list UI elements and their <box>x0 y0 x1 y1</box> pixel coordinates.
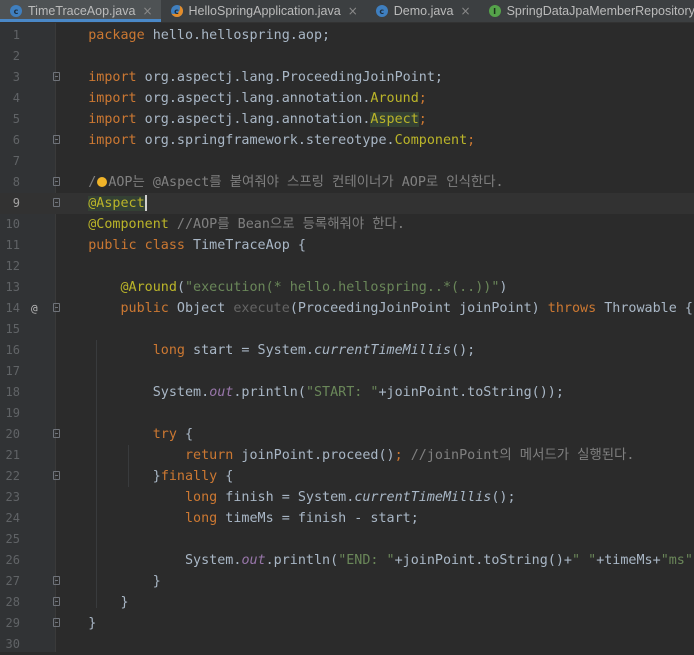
line-number: 20 <box>0 424 60 445</box>
line-number-gutter: 1 2 3 4 5 6 7 8 9 10 11 12 13 14 @ 15 16 … <box>0 23 60 652</box>
close-icon[interactable]: × <box>461 4 471 18</box>
tab-springdatajpamemberrepository[interactable]: I SpringDataJpaMemberRepository.java <box>479 0 694 22</box>
code-line-8[interactable]: / AOP는 @Aspect를 붙여줘야 스프링 컨테이너가 AOP로 인식한다. <box>56 172 694 193</box>
line-number: 16 <box>5 343 20 357</box>
class-icon: c <box>10 5 22 17</box>
fold-icon[interactable] <box>53 597 60 606</box>
line-number: 10 <box>5 217 20 231</box>
line-number: 12 <box>5 259 20 273</box>
line-number: 4 <box>12 91 20 105</box>
code-line-14[interactable]: public Object execute(ProceedingJoinPoin… <box>56 298 694 319</box>
code-line-21[interactable]: return joinPoint.proceed(); //joinPoint의… <box>56 445 694 466</box>
line-number: 19 <box>5 406 20 420</box>
code-line-1[interactable]: package hello.hellospring.aop; <box>56 25 694 46</box>
code-area[interactable]: package hello.hellospring.aop; import or… <box>56 23 694 652</box>
line-number: 29 <box>0 613 60 634</box>
tab-demo[interactable]: c Demo.java × <box>366 0 479 22</box>
interface-icon: I <box>488 5 501 17</box>
tab-hellospringapplication[interactable]: c HelloSpringApplication.java × <box>161 0 366 22</box>
line-number: 15 <box>5 322 20 336</box>
code-line-13[interactable]: @Around("execution(* hello.hellospring..… <box>56 277 694 298</box>
fold-icon[interactable] <box>53 198 60 207</box>
code-line-5[interactable]: import org.aspectj.lang.annotation.Aspec… <box>56 109 694 130</box>
code-line-10[interactable]: @Component //AOP를 Bean으로 등록해줘야 한다. <box>56 214 694 235</box>
tab-timetraceaop[interactable]: c TimeTraceAop.java × <box>0 0 161 22</box>
text-caret <box>144 195 147 211</box>
editor-tab-bar: c TimeTraceAop.java × c HelloSpringAppli… <box>0 0 694 23</box>
line-number: 23 <box>5 490 20 504</box>
line-number: 1 <box>12 28 20 42</box>
fold-icon[interactable] <box>53 135 60 144</box>
line-number: 21 <box>5 448 20 462</box>
line-number: 25 <box>5 532 20 546</box>
code-line-6[interactable]: import org.springframework.stereotype.Co… <box>56 130 694 151</box>
line-number: 8 <box>0 172 60 193</box>
line-number: 17 <box>5 364 20 378</box>
line-number: 24 <box>5 511 20 525</box>
line-number: 3 <box>0 67 60 88</box>
fold-icon[interactable] <box>53 177 60 186</box>
code-line-11[interactable]: public class TimeTraceAop { <box>56 235 694 256</box>
line-number: 5 <box>12 112 20 126</box>
code-line-28[interactable]: } <box>56 592 694 613</box>
at-sign-icon[interactable]: @ <box>31 298 38 319</box>
fold-icon[interactable] <box>53 303 60 312</box>
code-line-16[interactable]: long start = System.currentTimeMillis(); <box>56 340 694 361</box>
line-number: 13 <box>5 280 20 294</box>
code-line-3[interactable]: import org.aspectj.lang.ProceedingJoinPo… <box>56 67 694 88</box>
line-number: 6 <box>0 130 60 151</box>
code-line-26[interactable]: System.out.println("END: "+joinPoint.toS… <box>56 550 694 571</box>
code-line-20[interactable]: try { <box>56 424 694 445</box>
fold-icon[interactable] <box>53 72 60 81</box>
tab-label: TimeTraceAop.java <box>28 4 136 18</box>
code-editor[interactable]: 1 2 3 4 5 6 7 8 9 10 11 12 13 14 @ 15 16 … <box>0 23 694 652</box>
line-number: 2 <box>12 49 20 63</box>
code-line-27[interactable]: } <box>56 571 694 592</box>
spring-boot-class-icon: c <box>170 5 183 17</box>
code-line-29[interactable]: } <box>56 613 694 634</box>
line-number: 14 @ <box>0 298 60 319</box>
fold-icon[interactable] <box>53 429 60 438</box>
fold-icon[interactable] <box>53 576 60 585</box>
tab-label: Demo.java <box>393 4 454 18</box>
code-line-9[interactable]: @Aspect <box>56 193 694 214</box>
code-line-22[interactable]: }finally { <box>56 466 694 487</box>
line-number: 11 <box>5 238 20 252</box>
code-line-4[interactable]: import org.aspectj.lang.annotation.Aroun… <box>56 88 694 109</box>
tab-label: HelloSpringApplication.java <box>188 4 341 18</box>
line-number: 28 <box>0 592 60 613</box>
code-line-24[interactable]: long timeMs = finish - start; <box>56 508 694 529</box>
line-number: 9 <box>0 193 60 214</box>
close-icon[interactable]: × <box>142 4 152 18</box>
close-icon[interactable]: × <box>348 4 358 18</box>
line-number: 26 <box>5 553 20 567</box>
line-number: 27 <box>0 571 60 592</box>
fold-icon[interactable] <box>53 618 60 627</box>
line-number: 18 <box>5 385 20 399</box>
line-number: 22 <box>0 466 60 487</box>
tab-label: SpringDataJpaMemberRepository.java <box>506 4 694 18</box>
code-line-23[interactable]: long finish = System.currentTimeMillis()… <box>56 487 694 508</box>
fold-icon[interactable] <box>53 471 60 480</box>
class-icon: c <box>375 5 388 17</box>
code-line-18[interactable]: System.out.println("START: "+joinPoint.t… <box>56 382 694 403</box>
line-number: 7 <box>12 154 20 168</box>
lightbulb-icon[interactable] <box>97 177 108 187</box>
